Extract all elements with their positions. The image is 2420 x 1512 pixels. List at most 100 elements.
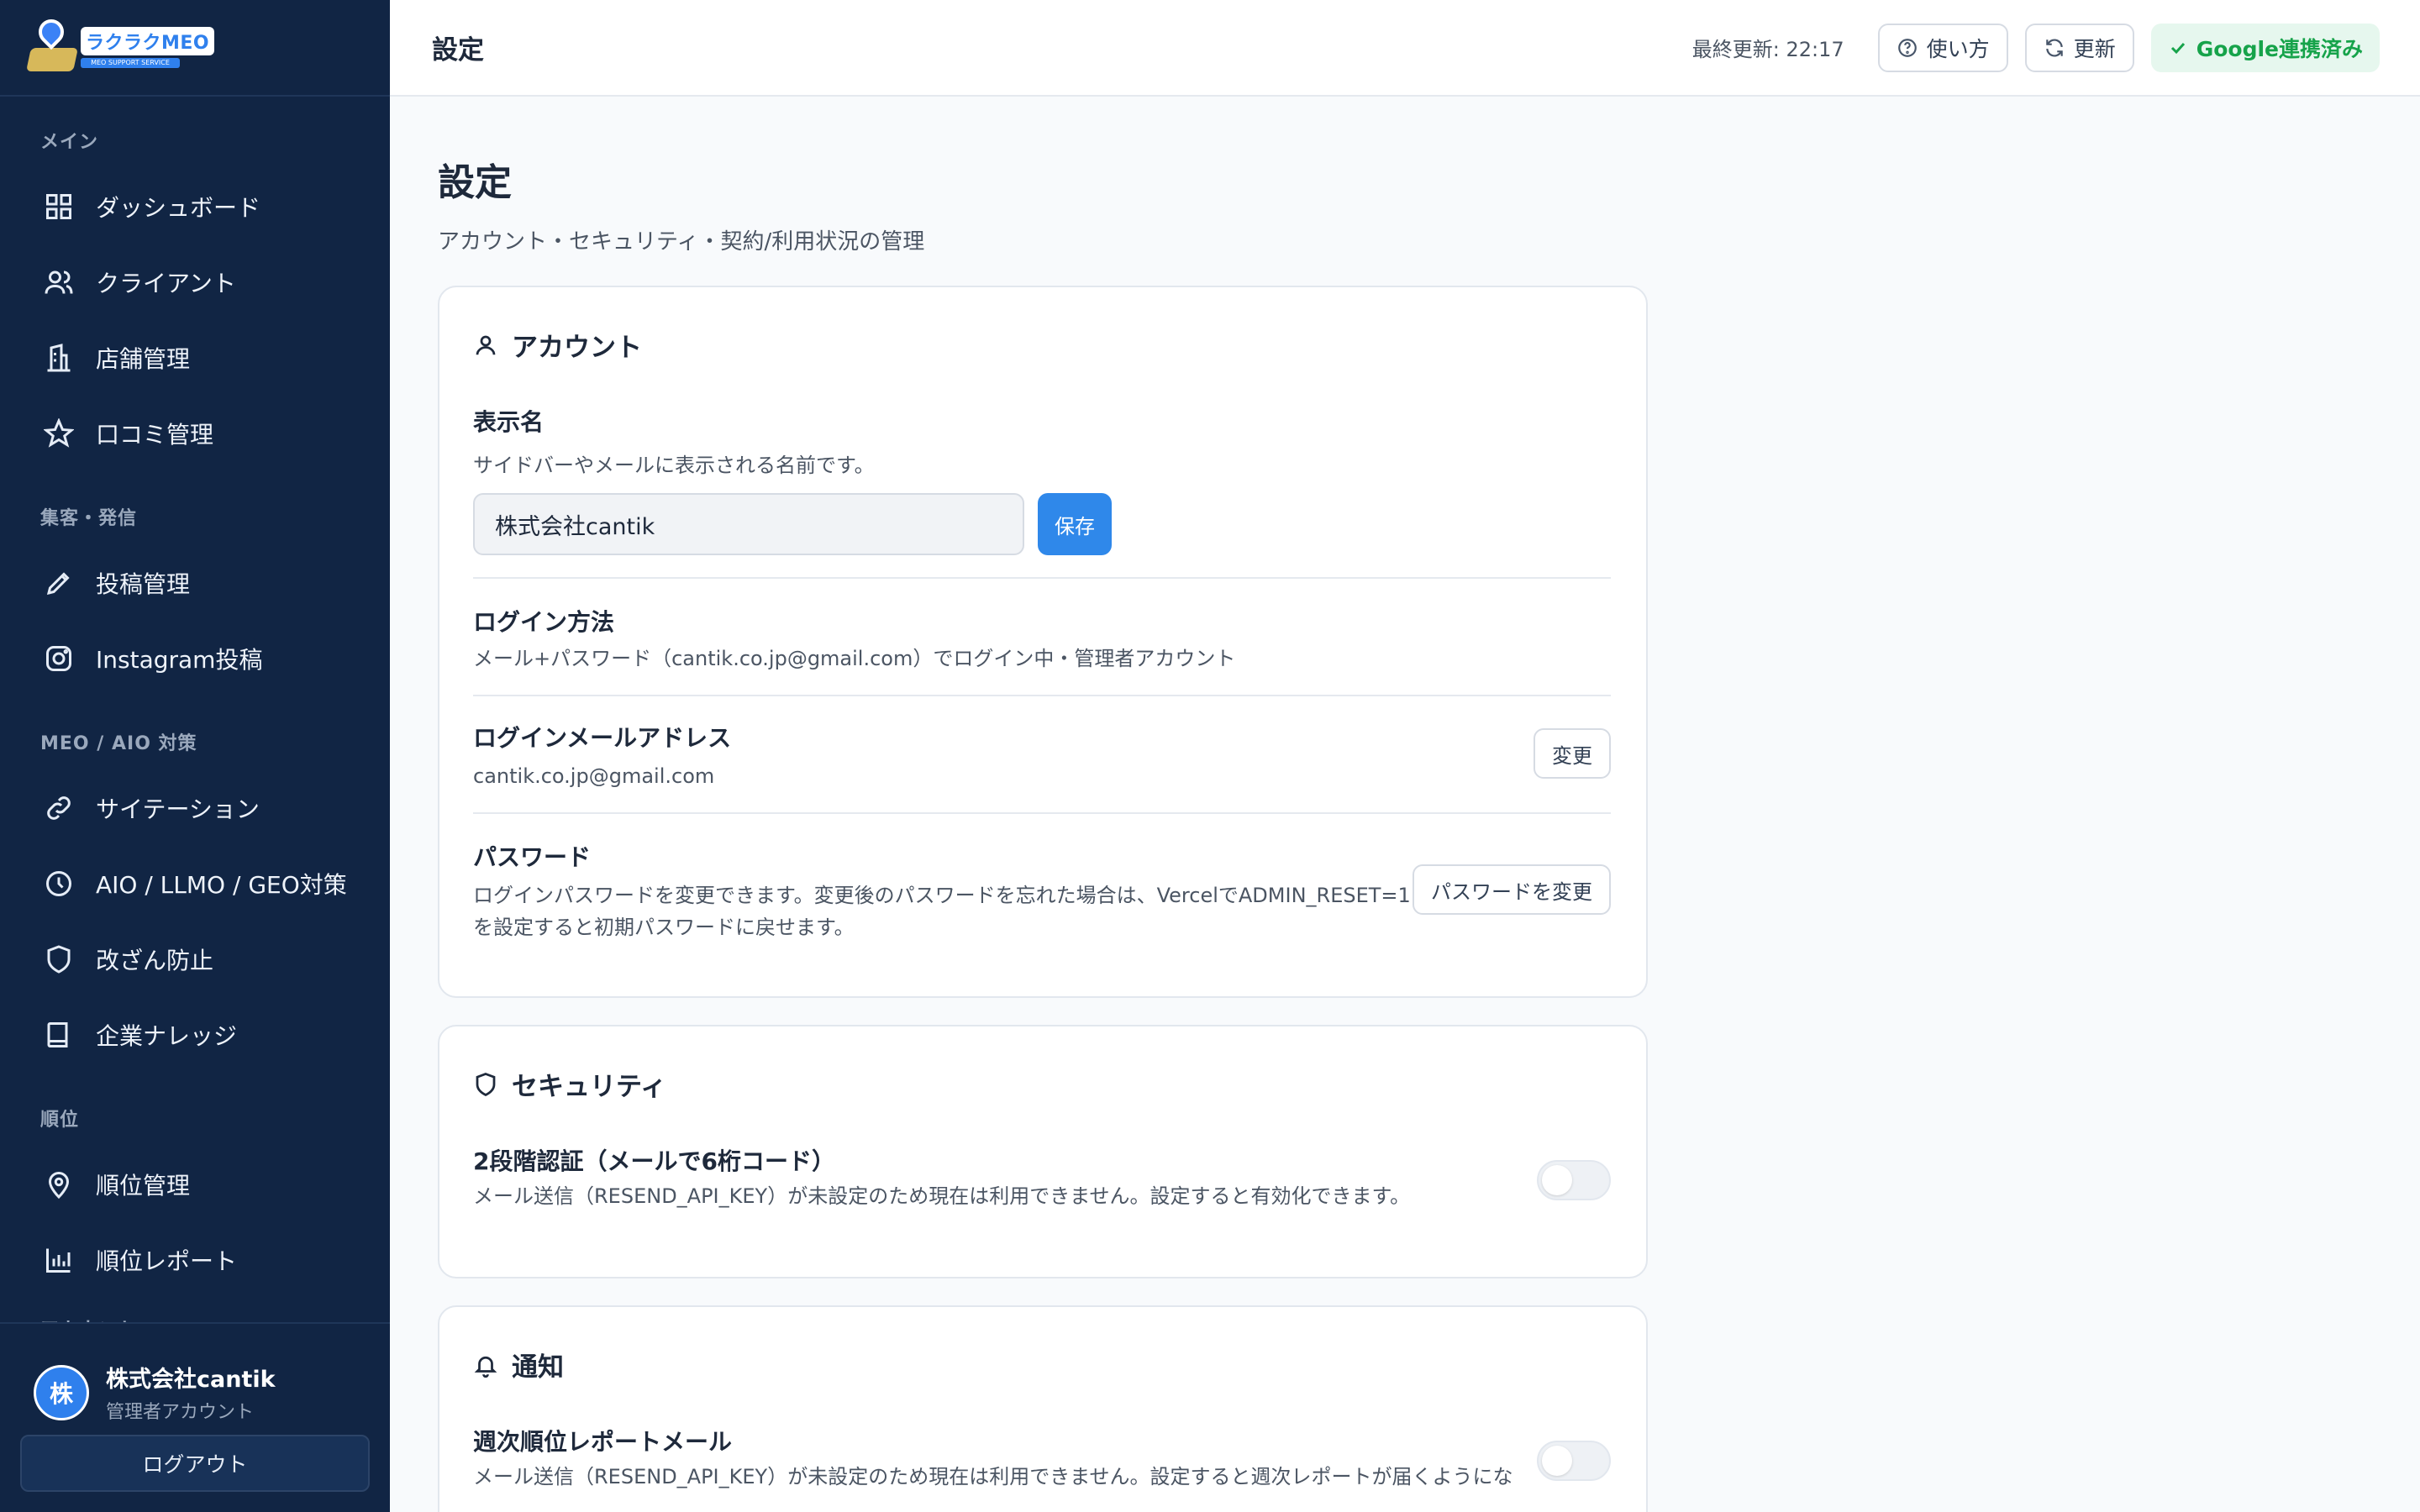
sidebar-item-label: クライアント	[96, 270, 236, 297]
two-factor-label: 2段階認証（メールで6桁コード）	[473, 1147, 835, 1175]
security-heading-text: セキュリティ	[512, 1072, 667, 1102]
sidebar-item-citation[interactable]: サイテーション	[0, 770, 390, 846]
help-button[interactable]: 使い方	[1877, 23, 2008, 72]
page-title: 設定	[438, 161, 512, 204]
brand-name: ラクラクMEO	[81, 27, 215, 55]
password-desc-line2: を設定すると初期パスワードに戻せます。	[473, 916, 855, 939]
user-name: 株式会社cantik	[106, 1367, 276, 1393]
sidebar-item-instagram[interactable]: Instagram投稿	[0, 621, 390, 696]
nav-section-title: MEO / AIO 対策	[40, 733, 197, 754]
sidebar-item-label: 順位レポート	[96, 1247, 238, 1275]
top-header: 設定 最終更新: 22:17 使い方 更新 Google連携済み	[390, 0, 2420, 97]
google-status-badge[interactable]: Google連携済み	[2150, 23, 2380, 72]
users-icon	[45, 270, 73, 294]
nav-section-title: アカウント	[0, 1315, 390, 1322]
refresh-button[interactable]: 更新	[2024, 23, 2134, 72]
header-title: 設定	[432, 35, 484, 66]
login-email-value: cantik.co.jp@gmail.com	[473, 764, 715, 788]
sidebar-item-label: 改ざん防止	[96, 947, 214, 974]
shield-icon	[47, 945, 71, 974]
account-card: アカウント 表示名 サイドバーやメールに表示される名前です。 保存 ログイン方法…	[438, 286, 1648, 998]
display-name-label: 表示名	[473, 408, 544, 436]
sidebar-item-tamper[interactable]: 改ざん防止	[0, 921, 390, 997]
star-icon	[44, 418, 74, 448]
two-factor-desc: メール送信（RESEND_API_KEY）が未設定のため現在は利用できません。設…	[473, 1184, 1411, 1208]
link-icon	[47, 796, 71, 820]
weekly-report-toggle[interactable]	[1537, 1441, 1611, 1481]
clock-icon	[46, 871, 71, 896]
sidebar: ラクラクMEO MEO SUPPORT SERVICE メイン ダッシュボード …	[0, 0, 390, 1512]
two-factor-toggle[interactable]	[1537, 1160, 1611, 1200]
bell-icon	[474, 1356, 497, 1378]
location-pin-icon	[48, 1172, 70, 1200]
change-email-button[interactable]: 変更	[1534, 728, 1611, 779]
user-profile: 株 株式会社cantik 管理者アカウント	[0, 1324, 390, 1424]
password-row: パスワード ログインパスワードを変更できます。変更後のパスワードを忘れた場合は、…	[473, 812, 1611, 943]
logout-button[interactable]: ログアウト	[20, 1435, 370, 1492]
user-icon	[476, 335, 496, 354]
login-method-row: ログイン方法 メール+パスワード（cantik.co.jp@gmail.com）…	[473, 577, 1611, 675]
sidebar-item-ranking-report[interactable]: 順位レポート	[0, 1222, 390, 1298]
two-factor-row: 2段階認証（メールで6桁コード） メール送信（RESEND_API_KEY）が未…	[473, 1143, 1611, 1212]
notifications-heading: 通知	[439, 1307, 1646, 1383]
nav-section-title: 順位	[40, 1110, 80, 1131]
sidebar-item-label: 口コミ管理	[96, 421, 214, 449]
shield-icon	[476, 1072, 496, 1096]
login-method-label: ログイン方法	[473, 608, 615, 636]
notifications-card: 通知 週次順位レポートメール メール送信（RESEND_API_KEY）が未設定…	[438, 1305, 1648, 1512]
display-name-row: 表示名 サイドバーやメールに表示される名前です。 保存	[473, 404, 1611, 555]
logo-pin-icon	[26, 13, 78, 76]
refresh-label: 更新	[2073, 37, 2116, 61]
sidebar-item-posts[interactable]: 投稿管理	[0, 545, 390, 621]
sidebar-footer: 株 株式会社cantik 管理者アカウント ログアウト	[0, 1322, 390, 1512]
change-password-button[interactable]: パスワードを変更	[1413, 864, 1611, 915]
sidebar-item-label: Instagram投稿	[96, 646, 263, 674]
sidebar-item-clients[interactable]: クライアント	[0, 244, 390, 320]
sidebar-nav: メイン ダッシュボード クライアント 店舗管理 口コミ管理 集客・発信 投稿管理…	[0, 97, 390, 1322]
weekly-report-desc: メール送信（RESEND_API_KEY）が未設定のため現在は利用できません。設…	[473, 1465, 1513, 1488]
refresh-icon	[2045, 38, 2063, 57]
display-name-desc: サイドバーやメールに表示される名前です。	[473, 454, 875, 477]
security-card: セキュリティ 2段階認証（メールで6桁コード） メール送信（RESEND_API…	[438, 1025, 1648, 1278]
sidebar-item-stores[interactable]: 店舗管理	[0, 320, 390, 396]
security-heading: セキュリティ	[439, 1026, 1646, 1103]
nav-section-title: 集客・発信	[40, 508, 138, 529]
user-role: 管理者アカウント	[106, 1402, 255, 1423]
page-subtitle: アカウント・セキュリティ・契約/利用状況の管理	[438, 229, 925, 255]
avatar: 株	[34, 1364, 89, 1420]
brand: ラクラクMEO MEO SUPPORT SERVICE	[0, 0, 390, 97]
sidebar-item-label: 投稿管理	[96, 570, 191, 598]
notifications-heading-text: 通知	[512, 1352, 564, 1383]
logo[interactable]: ラクラクMEO MEO SUPPORT SERVICE	[26, 13, 215, 76]
book-icon	[47, 1022, 68, 1047]
sidebar-item-ranking[interactable]: 順位管理	[0, 1147, 390, 1222]
login-email-row: ログインメールアドレス cantik.co.jp@gmail.com 変更	[473, 695, 1611, 792]
save-button[interactable]: 保存	[1038, 493, 1112, 555]
brand-tagline: MEO SUPPORT SERVICE	[81, 58, 180, 68]
login-email-label: ログインメールアドレス	[473, 724, 732, 752]
instagram-icon	[46, 646, 71, 671]
sidebar-item-knowledge[interactable]: 企業ナレッジ	[0, 997, 390, 1073]
weekly-report-row: 週次順位レポートメール メール送信（RESEND_API_KEY）が未設定のため…	[473, 1424, 1611, 1493]
sidebar-item-label: 順位管理	[96, 1172, 191, 1200]
sidebar-item-label: AIO / LLMO / GEO対策	[96, 871, 347, 899]
account-heading: アカウント	[439, 287, 1646, 364]
sidebar-item-dashboard[interactable]: ダッシュボード	[0, 169, 390, 244]
sidebar-item-aio[interactable]: AIO / LLMO / GEO対策	[0, 846, 390, 921]
help-label: 使い方	[1926, 37, 1990, 61]
pencil-icon	[46, 572, 70, 596]
sidebar-item-label: サイテーション	[96, 795, 260, 823]
building-icon	[47, 344, 71, 372]
sidebar-item-label: 店舗管理	[96, 345, 191, 373]
sidebar-item-label: 企業ナレッジ	[96, 1022, 238, 1050]
login-method-desc: メール+パスワード（cantik.co.jp@gmail.com）でログイン中・…	[473, 647, 1236, 670]
sidebar-item-reviews[interactable]: 口コミ管理	[0, 396, 390, 471]
last-updated: 最終更新: 22:17	[1691, 38, 1844, 61]
bar-chart-icon	[46, 1248, 71, 1273]
account-heading-text: アカウント	[512, 333, 642, 363]
help-circle-icon	[1897, 38, 1917, 57]
display-name-input[interactable]	[473, 493, 1024, 555]
nav-section-title: メイン	[40, 132, 99, 153]
check-icon	[2170, 42, 2185, 54]
grid-icon	[46, 194, 71, 219]
